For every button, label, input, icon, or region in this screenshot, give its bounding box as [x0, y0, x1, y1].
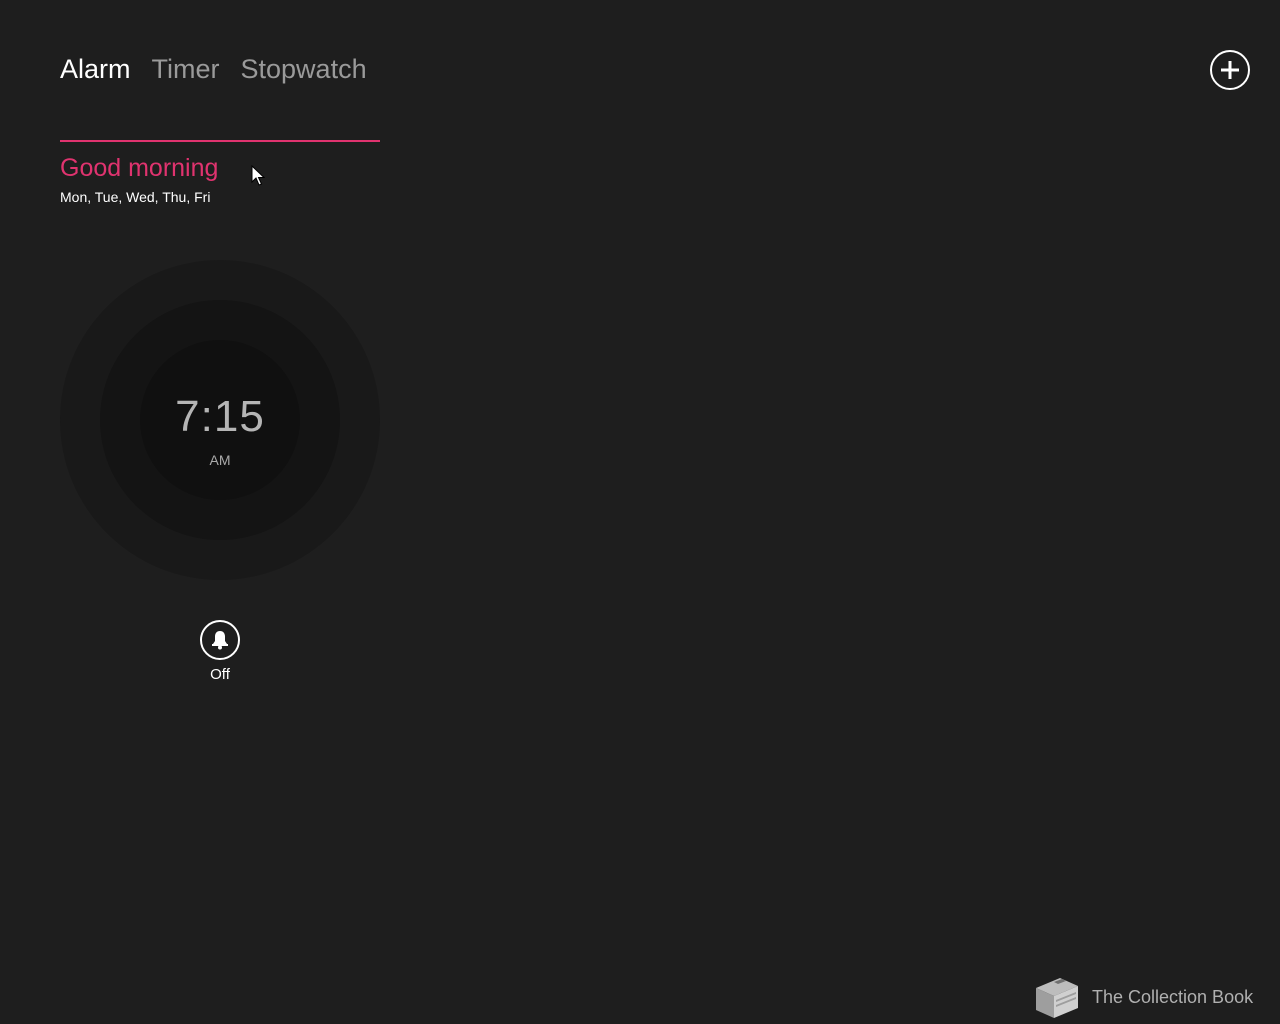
- plus-circle-icon: [1221, 61, 1239, 79]
- tab-bar: Alarm Timer Stopwatch: [60, 54, 388, 85]
- add-alarm-button[interactable]: [1210, 50, 1250, 90]
- alarm-ampm: AM: [209, 452, 231, 468]
- alarm-dial-ring: 7:15 AM: [100, 300, 340, 540]
- alarm-toggle-button[interactable]: [200, 620, 240, 660]
- alarm-days: Mon, Tue, Wed, Thu, Fri: [60, 189, 211, 205]
- tab-stopwatch[interactable]: Stopwatch: [241, 54, 367, 85]
- alarm-name: Good morning: [60, 154, 219, 182]
- bell-icon: [212, 631, 228, 650]
- book-icon: [1036, 978, 1078, 1018]
- alarm-toggle-label: Off: [210, 666, 230, 683]
- watermark-text: The Collection Book: [1092, 986, 1254, 1007]
- watermark: The Collection Book: [1030, 974, 1253, 1020]
- alarm-dial-center: 7:15 AM: [140, 340, 300, 500]
- tab-alarm[interactable]: Alarm: [60, 54, 131, 85]
- mouse-cursor-icon: [251, 165, 265, 186]
- alarms-app: Alarm Timer Stopwatch Good morning Mon, …: [0, 0, 1280, 1024]
- alarm-dial[interactable]: 7:15 AM: [60, 260, 380, 580]
- alarm-accent-line: [60, 140, 380, 142]
- tab-timer[interactable]: Timer: [152, 54, 220, 85]
- alarm-time: 7:15: [175, 392, 265, 441]
- alarm-item[interactable]: Good morning Mon, Tue, Wed, Thu, Fri: [60, 140, 380, 205]
